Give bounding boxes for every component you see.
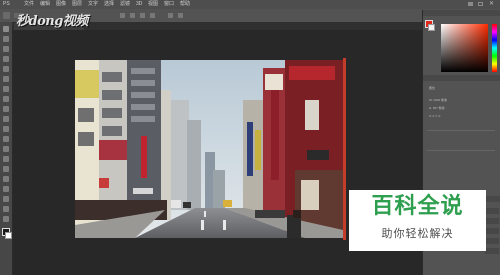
option-toggle-6[interactable] [178,13,183,18]
video-site-watermark-logo: 秒dong视频 [16,14,88,29]
healing-tool-icon[interactable] [3,86,9,92]
history-brush-tool-icon[interactable] [3,116,9,122]
menu-edit[interactable]: 编辑 [40,0,50,9]
zoom-tool-icon[interactable] [3,216,9,222]
lasso-tool-icon[interactable] [3,46,9,52]
layer-row-2[interactable] [485,218,499,224]
gradient-tool-icon[interactable] [3,136,9,142]
shape-tool-icon[interactable] [3,196,9,202]
street-scene-image [75,60,343,238]
blur-tool-icon[interactable] [3,146,9,152]
menu-select[interactable]: 选择 [104,0,114,9]
color-panel-header [423,10,500,16]
panel-divider [427,130,495,131]
badge-title: 百科全说 [371,194,464,219]
option-toggle-1[interactable] [120,13,125,18]
properties-title: 属性 [429,86,436,90]
option-toggle-4[interactable] [150,13,155,18]
move-tool-icon[interactable] [3,26,9,32]
background-color-swatch[interactable] [5,232,12,239]
minimize-button[interactable] [468,2,473,6]
properties-position: X: 0 Y: 0 [429,114,441,118]
path-select-tool-icon[interactable] [3,186,9,192]
city-street-photo[interactable] [75,60,343,238]
canvas-right-edge-marker [343,58,346,240]
menu-type[interactable]: 文字 [88,0,98,9]
menu-window[interactable]: 窗口 [164,0,174,9]
menu-help[interactable]: 帮助 [180,0,190,9]
marquee-tool-icon[interactable] [3,36,9,42]
tool-preset-icon[interactable] [3,12,10,19]
menu-app-logo[interactable]: PS [3,0,10,9]
menu-filter[interactable]: 滤镜 [120,0,130,9]
background-swatch[interactable] [428,24,435,31]
stamp-tool-icon[interactable] [3,106,9,112]
eraser-tool-icon[interactable] [3,126,9,132]
layer-row-4[interactable] [485,238,499,244]
option-toggle-2[interactable] [130,13,135,18]
color-picker-field[interactable] [441,24,488,72]
menu-bar: PS 文件 编辑 图像 图层 文字 选择 滤镜 3D 视图 窗口 帮助 ✕ [0,0,500,9]
tools-panel [0,22,13,275]
properties-width: W: 1000 像素 [429,98,447,102]
properties-height: H: 667 像素 [429,106,445,110]
layer-row-3[interactable] [485,228,499,234]
menu-view[interactable]: 视图 [148,0,158,9]
layer-row-5[interactable] [485,248,499,254]
crop-tool-icon[interactable] [3,66,9,72]
dodge-tool-icon[interactable] [3,156,9,162]
menu-image[interactable]: 图像 [56,0,66,9]
quick-select-tool-icon[interactable] [3,56,9,62]
eyedropper-tool-icon[interactable] [3,76,9,82]
menu-file[interactable]: 文件 [24,0,34,9]
type-tool-icon[interactable] [3,176,9,182]
option-toggle-3[interactable] [140,13,145,18]
properties-panel-header [423,75,500,81]
brush-tool-icon[interactable] [3,96,9,102]
hand-tool-icon[interactable] [3,206,9,212]
close-icon[interactable]: ✕ [489,1,494,8]
menu-layer[interactable]: 图层 [72,0,82,9]
menu-3d[interactable]: 3D [136,0,142,9]
panel-divider-2 [427,150,495,151]
option-toggle-5[interactable] [168,13,173,18]
pen-tool-icon[interactable] [3,166,9,172]
hue-slider[interactable] [492,24,497,72]
baike-watermark-badge: 百科全说 助你轻松解决 [349,190,486,251]
layer-row-1[interactable] [485,208,499,214]
badge-subtitle: 助你轻松解决 [381,227,454,240]
maximize-button[interactable] [478,2,483,6]
